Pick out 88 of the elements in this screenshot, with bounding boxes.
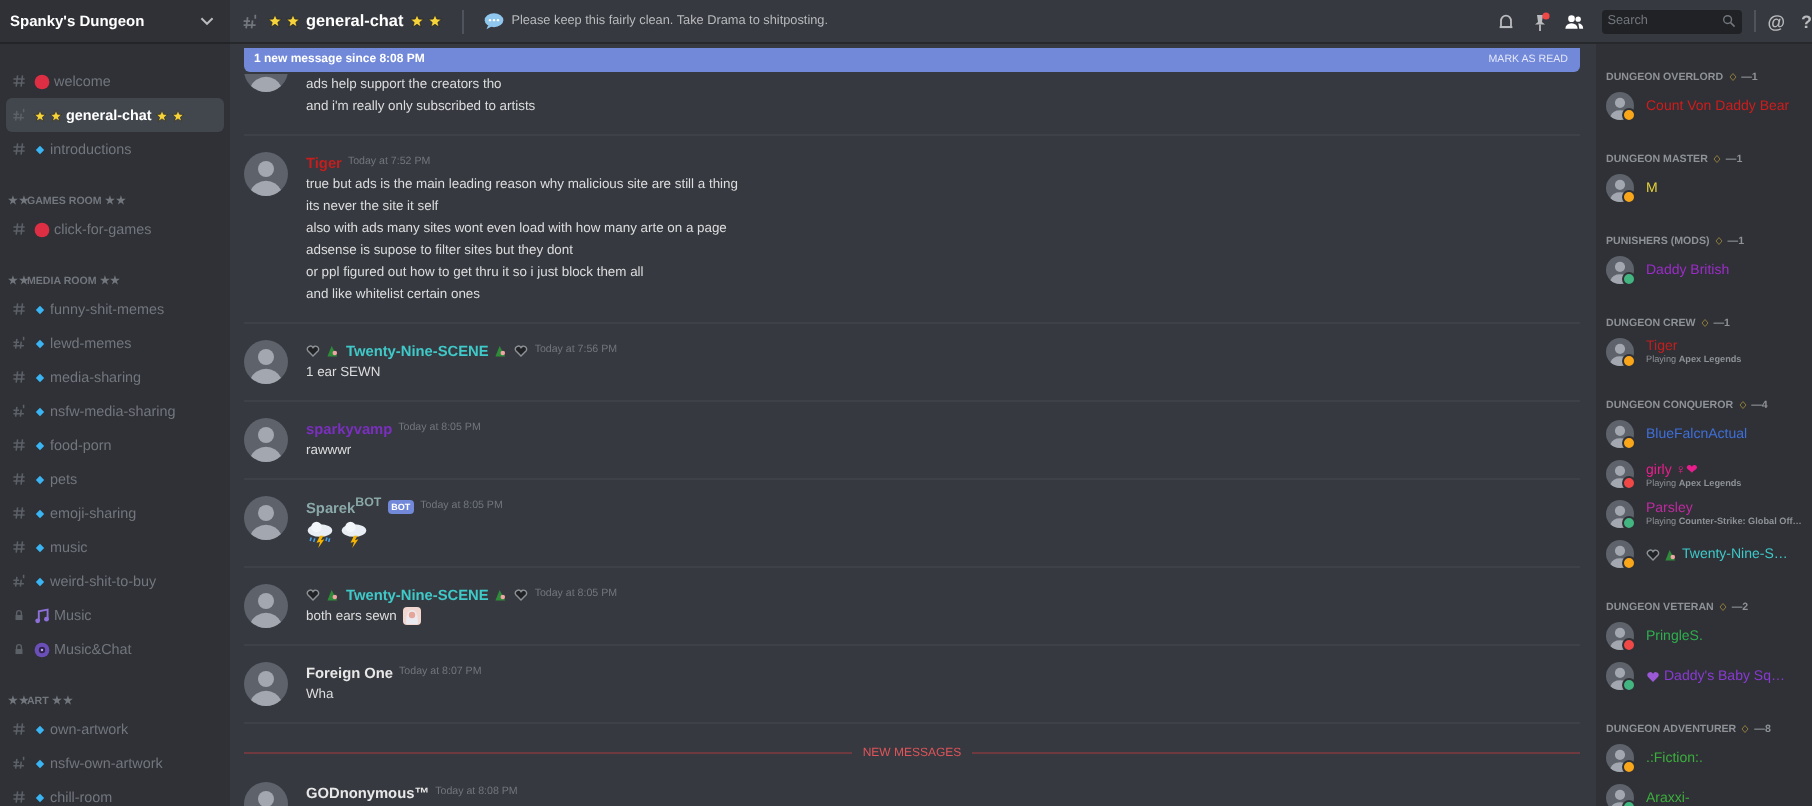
hash-warning-icon — [12, 336, 26, 350]
role-icon — [1727, 72, 1738, 82]
speaker-icon — [34, 641, 50, 657]
diamond-icon — [34, 791, 46, 803]
star-icon — [171, 109, 184, 121]
speech-bubble-icon — [483, 12, 504, 30]
hash-icon — [12, 302, 26, 316]
chevron-down-icon[interactable] — [200, 16, 214, 26]
member-avatar[interactable] — [1606, 784, 1634, 806]
star-icon — [409, 14, 424, 28]
hash-warning-icon — [12, 404, 26, 418]
role-icon — [1740, 724, 1751, 734]
avatar[interactable] — [244, 417, 288, 461]
hash-icon — [12, 472, 26, 486]
hash-warning-icon — [12, 574, 26, 588]
plant-icon — [326, 587, 340, 601]
star-icon — [50, 109, 62, 121]
diamond-icon — [34, 473, 46, 485]
role-icon — [1737, 400, 1748, 410]
hash-icon — [12, 74, 26, 88]
member-avatar[interactable] — [1606, 460, 1634, 488]
avatar[interactable] — [244, 495, 288, 539]
star-icon — [427, 14, 442, 28]
diamond-icon — [34, 541, 46, 553]
star-icon — [155, 109, 168, 121]
diamond-icon — [34, 143, 46, 155]
hash-icon — [12, 222, 26, 236]
diamond-icon — [34, 371, 46, 383]
hash-icon — [12, 540, 26, 554]
diamond-icon — [34, 439, 46, 451]
storm-cloud-icon — [340, 519, 368, 547]
member-avatar[interactable] — [1606, 174, 1634, 202]
star-icon — [286, 14, 300, 28]
member-avatar[interactable] — [1606, 92, 1634, 120]
music-note-icon — [34, 607, 50, 623]
diamond-icon — [34, 507, 46, 519]
member-avatar[interactable] — [1606, 622, 1634, 650]
diamond-icon — [34, 757, 46, 769]
avatar[interactable] — [244, 339, 288, 383]
members-icon[interactable] — [1563, 11, 1584, 31]
mentions-button[interactable]: @ — [1767, 11, 1785, 31]
role-icon — [1699, 318, 1710, 328]
member-avatar[interactable] — [1606, 662, 1634, 690]
channel-title: general-chat — [306, 12, 404, 30]
lock-icon — [12, 642, 26, 656]
member-avatar[interactable] — [1606, 500, 1634, 528]
role-icon — [1713, 236, 1724, 246]
avatar[interactable] — [244, 151, 288, 195]
role-icon — [1717, 602, 1728, 612]
hash-warning-icon — [242, 13, 258, 29]
pin-icon[interactable] — [1529, 11, 1550, 31]
member-avatar[interactable] — [1606, 256, 1634, 284]
plant-icon — [494, 587, 509, 601]
diamond-icon — [34, 575, 46, 587]
hash-warning-icon — [12, 756, 26, 770]
heart-outline-icon — [514, 587, 529, 601]
member-avatar[interactable] — [1606, 744, 1634, 772]
hash-icon — [12, 438, 26, 452]
hash-icon — [12, 506, 26, 520]
circle-icon — [34, 73, 50, 89]
heart-outline-icon — [514, 343, 529, 357]
star-icon — [34, 109, 46, 121]
hash-icon — [12, 370, 26, 384]
star-icon — [268, 14, 282, 28]
member-avatar[interactable] — [1606, 540, 1634, 568]
hash-warning-icon — [12, 108, 26, 122]
diamond-icon — [34, 337, 46, 349]
plant-icon — [494, 343, 509, 357]
lock-icon — [12, 608, 26, 622]
heart-icon — [1646, 669, 1660, 683]
avatar[interactable] — [244, 583, 288, 627]
diamond-icon — [34, 723, 46, 735]
plant-icon — [326, 343, 340, 357]
circle-icon — [34, 221, 50, 237]
plant-icon — [1664, 547, 1678, 561]
diamond-icon — [34, 405, 46, 417]
diamond-icon — [34, 303, 46, 315]
search-icon — [1721, 14, 1736, 28]
member-avatar[interactable] — [1606, 338, 1634, 366]
hash-icon — [12, 722, 26, 736]
help-button[interactable]: ? — [1801, 11, 1812, 31]
hash-icon — [12, 142, 26, 156]
role-icon — [1711, 154, 1722, 164]
heart-outline-icon — [1646, 547, 1660, 561]
avatar[interactable] — [244, 661, 288, 705]
member-avatar[interactable] — [1606, 420, 1634, 448]
bell-icon[interactable] — [1495, 11, 1516, 31]
hash-icon — [12, 790, 26, 804]
